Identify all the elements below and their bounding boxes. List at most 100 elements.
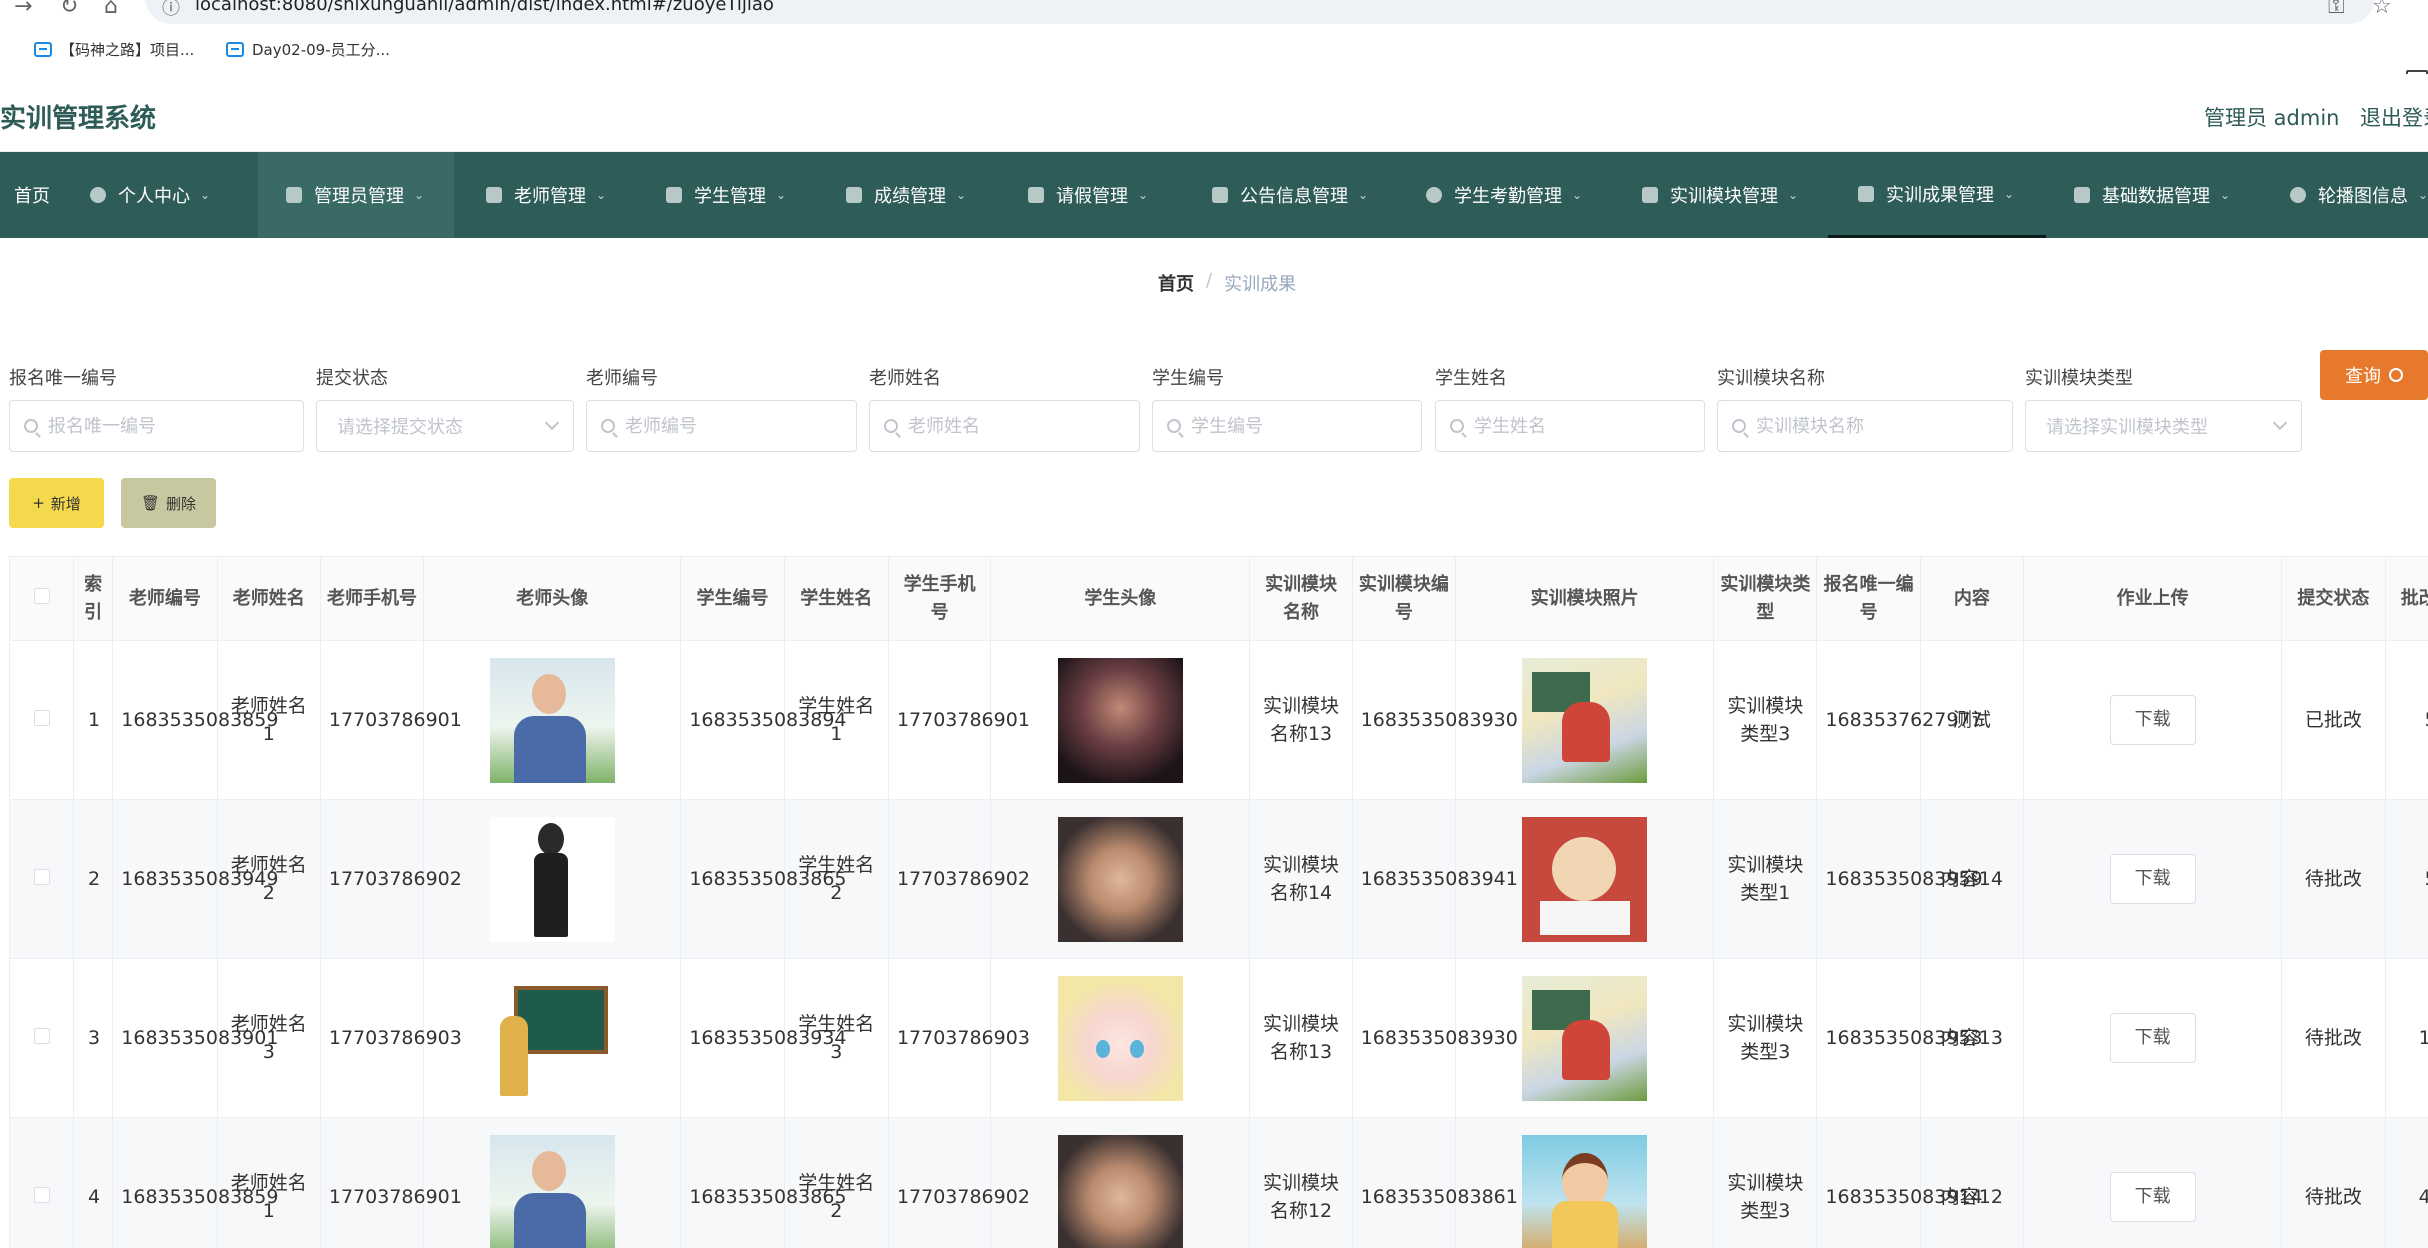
nav-item-profile[interactable]: 个人中心 ⌄	[90, 152, 210, 238]
teacher-name-cell: 老师姓名1	[216, 1117, 321, 1248]
browser-chrome: → ↻ ⌂ ⓘ localhost:8080/shixunguanli/admi…	[0, 0, 2428, 88]
module-type-cell: 实训模块类型1	[1713, 799, 1818, 959]
chevron-down-icon: ⌄	[1138, 188, 1149, 202]
row-checkbox[interactable]	[33, 869, 50, 885]
table-row[interactable]: 1 1683535083859 老师姓名1 17703786901 168353…	[9, 640, 2428, 800]
logout-link[interactable]: 退出登录	[2360, 102, 2428, 132]
module-photo-image[interactable]	[1522, 975, 1648, 1101]
flag-icon	[1858, 185, 1874, 202]
bookmark-star-icon[interactable]: ☆	[2372, 0, 2392, 19]
search-icon	[2389, 368, 2403, 382]
nav-item-attendance[interactable]: 学生考勤管理 ⌄	[1426, 152, 1582, 238]
nav-item-basedata[interactable]: 基础数据管理 ⌄	[2074, 152, 2230, 238]
status-cell: 待批改	[2281, 799, 2386, 959]
row-select-cell[interactable]	[9, 958, 75, 1118]
table-row[interactable]: 3 1683535083901 老师姓名3 17703786903 168353…	[9, 958, 2428, 1118]
teacher-avatar-image[interactable]	[489, 816, 615, 942]
chevron-down-icon: ⌄	[2418, 188, 2428, 202]
nav-item-results[interactable]: 实训成果管理 ⌄	[1828, 152, 2046, 238]
score-cell: 56	[2384, 799, 2428, 959]
reload-icon[interactable]: ↻	[60, 0, 78, 19]
submit-status-select[interactable]: 请选择提交状态	[316, 400, 574, 452]
bookmark-item[interactable]: Day02-09-员工分...	[226, 34, 390, 64]
student-no-field[interactable]	[1191, 415, 1421, 437]
chevron-down-icon: ⌄	[200, 188, 211, 202]
student-no-input[interactable]	[1152, 400, 1422, 452]
download-button[interactable]: 下载	[2109, 1172, 2196, 1222]
nav-label: 管理员管理	[314, 186, 404, 207]
home-icon[interactable]: ⌂	[104, 0, 118, 19]
module-type-cell: 实训模块类型3	[1713, 640, 1818, 800]
nav-item-admin[interactable]: 管理员管理 ⌄	[258, 152, 454, 238]
site-info-icon[interactable]: ⓘ	[162, 0, 180, 20]
teacher-avatar-image[interactable]	[489, 657, 615, 783]
query-button[interactable]: 查询	[2320, 350, 2428, 400]
row-checkbox[interactable]	[33, 1028, 50, 1044]
student-avatar-image[interactable]	[1057, 816, 1183, 942]
student-avatar-image[interactable]	[1057, 657, 1183, 783]
student-phone-cell: 17703786901	[887, 640, 1030, 800]
student-avatar-image[interactable]	[1057, 1134, 1183, 1248]
signup-no-field[interactable]	[48, 415, 303, 437]
breadcrumb-home[interactable]: 首页	[1158, 270, 1194, 296]
column-header: 学生手机号	[887, 556, 992, 641]
download-button[interactable]: 下载	[2109, 695, 2196, 745]
column-header: 实训模块类型	[1713, 556, 1818, 641]
select-all-cell[interactable]	[9, 556, 75, 641]
column-header: 作业上传	[2023, 556, 2283, 641]
student-no-cell: 1683535083894	[680, 640, 847, 800]
plus-icon: +	[32, 494, 45, 512]
column-header: 老师姓名	[216, 556, 321, 641]
table-row[interactable]: 2 1683535083949 老师姓名2 17703786902 168353…	[9, 799, 2428, 959]
nav-item-module[interactable]: 实训模块管理 ⌄	[1642, 152, 1798, 238]
download-button[interactable]: 下载	[2109, 854, 2196, 904]
upload-cell: 下载	[2023, 799, 2283, 959]
column-header: 学生姓名	[783, 556, 889, 641]
module-photo-image[interactable]	[1522, 657, 1648, 783]
teacher-no-input[interactable]	[586, 400, 857, 452]
nav-item-teacher[interactable]: 老师管理 ⌄	[486, 152, 606, 238]
student-avatar-cell	[990, 1117, 1251, 1248]
search-icon	[601, 419, 615, 433]
password-key-icon[interactable]: ⚿	[2328, 0, 2345, 19]
student-name-field[interactable]	[1474, 415, 1704, 437]
row-select-cell[interactable]	[9, 799, 75, 959]
nav-item-student[interactable]: 学生管理 ⌄	[666, 152, 786, 238]
select-all-checkbox[interactable]	[33, 587, 50, 604]
row-checkbox[interactable]	[33, 710, 50, 726]
add-button[interactable]: + 新增	[9, 478, 104, 528]
student-avatar-image[interactable]	[1057, 975, 1183, 1101]
index-cell: 2	[73, 799, 114, 959]
module-type-select[interactable]: 请选择实训模块类型	[2025, 400, 2302, 452]
teacher-no-field[interactable]	[625, 415, 856, 437]
delete-button[interactable]: 🗑 删除	[121, 478, 216, 528]
teacher-name-input[interactable]	[869, 400, 1140, 452]
module-photo-image[interactable]	[1522, 1134, 1648, 1248]
module-name-field[interactable]	[1756, 415, 2012, 437]
row-select-cell[interactable]	[9, 640, 75, 800]
nav-item-grades[interactable]: 成绩管理 ⌄	[846, 152, 966, 238]
teacher-name-field[interactable]	[908, 415, 1139, 437]
module-photo-image[interactable]	[1522, 816, 1648, 942]
breadcrumb-separator: /	[1206, 270, 1213, 291]
module-name-input[interactable]	[1717, 400, 2013, 452]
bookmark-item[interactable]: 【码神之路】项目...	[34, 34, 194, 64]
table-row[interactable]: 4 1683535083859 老师姓名1 17703786901 168353…	[9, 1117, 2428, 1248]
nav-item-leave[interactable]: 请假管理 ⌄	[1028, 152, 1148, 238]
search-label: 提交状态	[316, 368, 388, 389]
student-name-input[interactable]	[1435, 400, 1705, 452]
student-no-cell: 1683535083934	[680, 958, 847, 1118]
teacher-avatar-image[interactable]	[489, 1134, 615, 1248]
nav-item-carousel[interactable]: 轮播图信息 ⌄	[2290, 152, 2428, 238]
signup-no-input[interactable]	[9, 400, 304, 452]
nav-item-home[interactable]: 首页	[0, 152, 64, 238]
download-button[interactable]: 下载	[2109, 1013, 2196, 1063]
row-select-cell[interactable]	[9, 1117, 75, 1248]
row-checkbox[interactable]	[33, 1187, 50, 1203]
url-text[interactable]: localhost:8080/shixunguanli/admin/dist/i…	[195, 0, 774, 15]
forward-icon[interactable]: →	[14, 0, 32, 19]
nav-item-notice[interactable]: 公告信息管理 ⌄	[1212, 152, 1368, 238]
chevron-down-icon: ⌄	[1572, 188, 1583, 202]
teacher-avatar-image[interactable]	[489, 975, 615, 1101]
close-box-icon	[486, 187, 502, 203]
